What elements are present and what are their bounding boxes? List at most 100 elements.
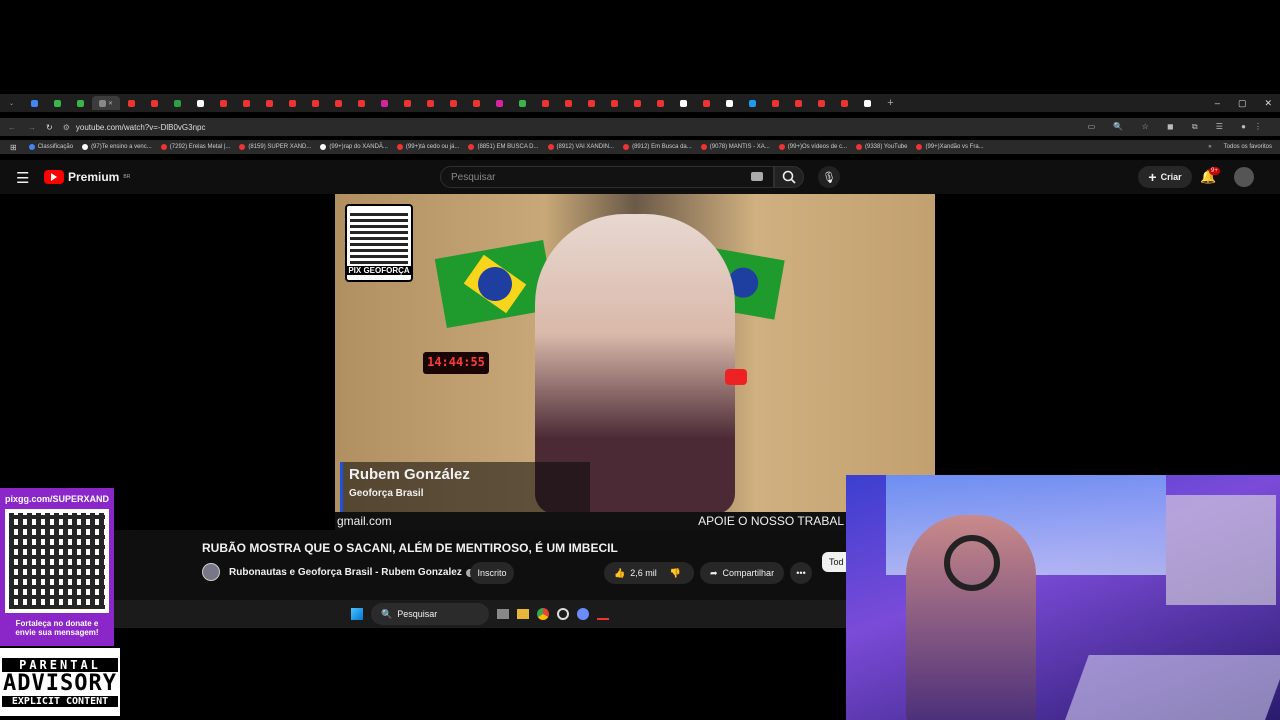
share-icon: ➦ — [710, 567, 718, 578]
browser-tab[interactable] — [143, 96, 166, 110]
bookmark-item[interactable]: (8159) SUPER XAND... — [239, 144, 311, 150]
channel-avatar[interactable] — [202, 563, 220, 581]
tab-favicon-icon — [54, 99, 61, 107]
apps-icon[interactable]: ⊞ — [10, 143, 17, 152]
bookmark-item[interactable]: (9338) YouTube — [856, 144, 907, 150]
reload-icon[interactable]: ↻ — [46, 123, 53, 132]
bookmark-item[interactable]: (8851) EM BUSCA D... — [468, 144, 539, 150]
keyboard-icon[interactable] — [751, 172, 763, 181]
channel-name-row[interactable]: Rubonautas e Geoforça Brasil - Rubem Gon… — [229, 567, 474, 578]
tab-favicon-icon — [266, 99, 273, 107]
more-bookmarks-icon[interactable]: » — [1208, 144, 1211, 150]
tab-favicon-icon — [220, 99, 227, 107]
browser-tab[interactable] — [212, 96, 235, 110]
browser-tab[interactable] — [350, 96, 373, 110]
browser-tab[interactable] — [120, 96, 143, 110]
browser-tab[interactable] — [419, 96, 442, 110]
browser-tab[interactable]: ✕ — [92, 96, 120, 110]
advisory-line-1: PARENTAL — [2, 657, 118, 672]
toolbar-icons[interactable]: ▭ 🔍 ☆ ◼ ⧉ ☰ ●⋮ — [1088, 122, 1270, 132]
browser-tab[interactable] — [327, 96, 350, 110]
browser-tab[interactable] — [695, 96, 718, 110]
like-dislike-group[interactable]: 👍 2,6 mil 👎 — [604, 562, 694, 584]
browser-tab[interactable] — [258, 96, 281, 110]
back-icon[interactable]: ← — [8, 123, 16, 132]
browser-tab[interactable] — [488, 96, 511, 110]
taskbar-search[interactable]: 🔍 Pesquisar — [371, 603, 489, 625]
tab-favicon-icon — [864, 99, 871, 107]
browser-tab[interactable] — [396, 96, 419, 110]
mic-icon[interactable]: 🎙 — [818, 166, 840, 188]
search-input[interactable]: Pesquisar — [440, 166, 774, 188]
settings-icon[interactable] — [577, 608, 589, 620]
browser-tab[interactable] — [649, 96, 672, 110]
tab-search-chevron-icon[interactable]: ⌄ — [0, 96, 23, 110]
browser-tab[interactable] — [465, 96, 488, 110]
browser-tab[interactable] — [557, 96, 580, 110]
browser-tab[interactable] — [718, 96, 741, 110]
tab-close-icon[interactable]: ✕ — [108, 100, 113, 107]
browser-tab[interactable] — [672, 96, 695, 110]
youtube-logo[interactable]: Premium BR — [44, 170, 130, 184]
browser-tab[interactable] — [741, 96, 764, 110]
bookmark-item[interactable]: (7292) Erelas Metal |... — [160, 144, 230, 150]
browser-tab[interactable] — [511, 96, 534, 110]
close-window-icon[interactable]: ✕ — [1264, 98, 1272, 109]
browser-tab[interactable] — [603, 96, 626, 110]
browser-tab[interactable] — [69, 96, 92, 110]
file-explorer-icon[interactable] — [517, 609, 529, 619]
browser-tab[interactable] — [166, 96, 189, 110]
dislike-icon[interactable]: 👎 — [670, 568, 681, 579]
browser-tab[interactable] — [787, 96, 810, 110]
search-button[interactable] — [774, 166, 804, 188]
bookmark-item[interactable]: Classificação — [28, 144, 73, 150]
browser-tab[interactable] — [23, 96, 46, 110]
bookmark-item[interactable]: (99+)tá cedo ou já... — [396, 144, 459, 150]
browser-tab[interactable] — [833, 96, 856, 110]
bookmark-item[interactable]: (99+)rap do XANDÃ... — [320, 144, 388, 150]
bookmark-item[interactable]: (9078) MANTIS - XA... — [700, 144, 770, 150]
task-view-icon[interactable] — [497, 609, 509, 619]
youtube-play-icon — [44, 170, 64, 184]
windows-start-icon[interactable] — [351, 608, 363, 620]
maximize-icon[interactable]: ▢ — [1238, 98, 1247, 109]
minimize-icon[interactable]: – — [1215, 98, 1220, 109]
browser-tab[interactable] — [534, 96, 557, 110]
forward-icon[interactable]: → — [28, 123, 36, 132]
presenter-channel: Geoforça Brasil — [349, 488, 424, 499]
browser-tab[interactable] — [442, 96, 465, 110]
bookmark-item[interactable]: (8912) VAI XANDIN... — [547, 144, 614, 150]
chrome-icon[interactable] — [537, 608, 549, 620]
bookmark-item[interactable]: (8912) Em Busca da... — [623, 144, 692, 150]
browser-tab[interactable] — [189, 96, 212, 110]
steam-icon[interactable] — [597, 608, 609, 620]
menu-icon[interactable]: ☰ — [16, 169, 29, 187]
browser-tab[interactable] — [281, 96, 304, 110]
browser-tab[interactable] — [856, 96, 879, 110]
browser-tab[interactable] — [235, 96, 258, 110]
bookmark-item[interactable]: (99+)Os vídeos de c... — [778, 144, 847, 150]
all-bookmarks-folder[interactable]: Todos os favoritos — [1224, 144, 1272, 150]
share-button[interactable]: ➦ Compartilhar — [700, 562, 784, 584]
new-tab-icon[interactable]: + — [879, 96, 902, 110]
channel-name[interactable]: Rubonautas e Geoforça Brasil - Rubem Gon… — [229, 567, 462, 578]
browser-tab[interactable] — [304, 96, 327, 110]
filter-chip-all[interactable]: Tod — [822, 552, 846, 572]
bookmark-item[interactable]: (97)Te ensino a venc... — [82, 144, 152, 150]
browser-tab[interactable] — [764, 96, 787, 110]
video-player[interactable]: PIX GEOFORÇA 14:44:55 Rubem González Geo… — [335, 194, 935, 512]
browser-tab[interactable] — [373, 96, 396, 110]
more-actions-button[interactable]: ••• — [790, 562, 812, 584]
app-icon[interactable] — [557, 608, 569, 620]
site-info-icon[interactable]: ⚙ — [63, 123, 70, 132]
like-icon[interactable]: 👍 — [614, 568, 625, 579]
bookmark-item[interactable]: (99+)Xandão vs Fra... — [916, 144, 984, 150]
url-field[interactable]: youtube.com/watch?v=-DlB0vG3npc — [76, 123, 206, 132]
browser-tab[interactable] — [580, 96, 603, 110]
avatar[interactable] — [1234, 167, 1254, 187]
browser-tab[interactable] — [626, 96, 649, 110]
create-button[interactable]: + Criar — [1138, 166, 1192, 188]
browser-tab[interactable] — [810, 96, 833, 110]
browser-tab[interactable] — [46, 96, 69, 110]
subscribed-button[interactable]: Inscrito — [470, 562, 514, 584]
